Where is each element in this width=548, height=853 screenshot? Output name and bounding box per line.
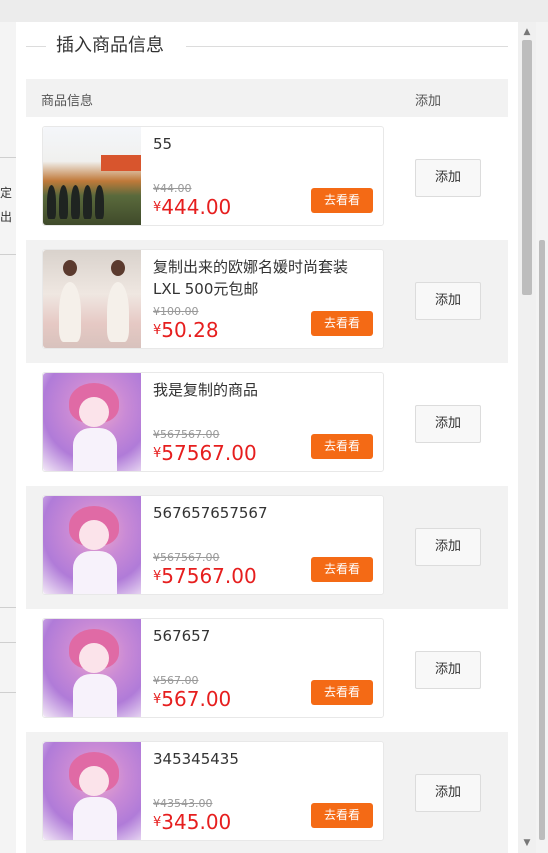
background-window-bar xyxy=(0,0,548,23)
original-price: ¥44.00 xyxy=(153,182,192,195)
product-thumbnail xyxy=(43,127,141,225)
thumbnail-detail xyxy=(59,282,81,342)
thumbnail-detail xyxy=(59,185,68,219)
original-price: ¥567.00 xyxy=(153,674,199,687)
view-product-button[interactable]: 去看看 xyxy=(311,557,373,582)
table-header: 商品信息 添加 xyxy=(26,79,508,117)
product-row: 我是复制的商品 ¥567567.00 ¥57567.00 去看看 添加 xyxy=(26,363,508,486)
product-name: 我是复制的商品 xyxy=(153,381,259,399)
divider xyxy=(0,157,16,158)
background-text-fragment: 出 xyxy=(0,210,13,224)
column-header-info: 商品信息 xyxy=(41,94,94,109)
product-row: 复制出来的欧娜名媛时尚套装LXL 500元包邮 ¥100.00 ¥50.28 去… xyxy=(26,240,508,363)
divider xyxy=(0,692,16,693)
product-card[interactable]: 55 ¥44.00 ¥444.00 去看看 xyxy=(42,126,384,226)
product-thumbnail xyxy=(43,373,141,471)
price-value: 57567.00 xyxy=(161,564,257,588)
add-product-button[interactable]: 添加 xyxy=(415,528,481,566)
product-card[interactable]: 567657 ¥567.00 ¥567.00 去看看 xyxy=(42,618,384,718)
view-product-button[interactable]: 去看看 xyxy=(311,803,373,828)
add-product-button[interactable]: 添加 xyxy=(415,282,481,320)
thumbnail-detail xyxy=(83,185,92,219)
divider xyxy=(0,254,16,255)
dialog-scrollbar[interactable]: ▲ ▼ xyxy=(518,22,536,853)
thumbnail-detail xyxy=(73,551,117,594)
product-thumbnail xyxy=(43,250,141,348)
sale-price: ¥57567.00 xyxy=(153,441,257,466)
thumbnail-detail xyxy=(47,185,56,219)
thumbnail-detail xyxy=(73,674,117,717)
original-price: ¥43543.00 xyxy=(153,797,213,810)
thumbnail-detail xyxy=(73,428,117,471)
divider xyxy=(0,642,16,643)
view-product-button[interactable]: 去看看 xyxy=(311,680,373,705)
thumbnail-detail xyxy=(79,397,109,427)
background-text-fragment: 定 xyxy=(0,186,13,200)
price-value: 444.00 xyxy=(161,195,232,219)
product-card[interactable]: 我是复制的商品 ¥567567.00 ¥57567.00 去看看 xyxy=(42,372,384,472)
product-card[interactable]: 345345435 ¥43543.00 ¥345.00 去看看 xyxy=(42,741,384,841)
product-name: 55 xyxy=(153,135,173,153)
thumbnail-detail xyxy=(79,520,109,550)
divider xyxy=(186,46,508,47)
thumbnail-detail xyxy=(111,260,125,276)
thumbnail-detail xyxy=(101,155,141,171)
sale-price: ¥57567.00 xyxy=(153,564,257,589)
thumbnail-detail xyxy=(71,185,80,219)
thumbnail-detail xyxy=(95,185,104,219)
add-product-button[interactable]: 添加 xyxy=(415,159,481,197)
sale-price: ¥50.28 xyxy=(153,318,219,343)
product-name: 567657657567 xyxy=(153,504,268,522)
thumbnail-detail xyxy=(79,766,109,796)
product-name: 345345435 xyxy=(153,750,239,768)
product-row: 55 ¥44.00 ¥444.00 去看看 添加 xyxy=(26,117,508,240)
thumbnail-detail xyxy=(73,797,117,840)
product-list: 55 ¥44.00 ¥444.00 去看看 添加 复制出来的欧娜名媛时尚套装LX… xyxy=(26,117,508,853)
product-row: 567657657567 ¥567567.00 ¥57567.00 去看看 添加 xyxy=(26,486,508,609)
add-product-button[interactable]: 添加 xyxy=(415,405,481,443)
column-header-add: 添加 xyxy=(415,94,442,109)
product-card[interactable]: 复制出来的欧娜名媛时尚套装LXL 500元包邮 ¥100.00 ¥50.28 去… xyxy=(42,249,384,349)
product-name: 567657 xyxy=(153,627,211,645)
product-card[interactable]: 567657657567 ¥567567.00 ¥57567.00 去看看 xyxy=(42,495,384,595)
original-price: ¥567567.00 xyxy=(153,551,220,564)
divider xyxy=(0,607,16,608)
thumbnail-detail xyxy=(79,643,109,673)
original-price: ¥567567.00 xyxy=(153,428,220,441)
view-product-button[interactable]: 去看看 xyxy=(311,311,373,336)
product-name: 复制出来的欧娜名媛时尚套装LXL 500元包邮 xyxy=(153,258,349,298)
arrow-down-icon[interactable]: ▼ xyxy=(518,835,536,851)
view-product-button[interactable]: 去看看 xyxy=(311,188,373,213)
product-thumbnail xyxy=(43,496,141,594)
view-product-button[interactable]: 去看看 xyxy=(311,434,373,459)
price-value: 345.00 xyxy=(161,810,232,834)
price-value: 57567.00 xyxy=(161,441,257,465)
divider xyxy=(26,46,46,47)
dialog-title: 插入商品信息 xyxy=(56,35,164,56)
product-row: 567657 ¥567.00 ¥567.00 去看看 添加 xyxy=(26,609,508,732)
arrow-up-icon[interactable]: ▲ xyxy=(518,24,536,40)
product-thumbnail xyxy=(43,619,141,717)
add-product-button[interactable]: 添加 xyxy=(415,651,481,689)
sale-price: ¥444.00 xyxy=(153,195,231,220)
scrollbar-thumb[interactable] xyxy=(522,40,532,295)
thumbnail-detail xyxy=(107,282,129,342)
thumbnail-detail xyxy=(63,260,77,276)
background-page: 定 出 xyxy=(0,22,16,853)
product-row: 345345435 ¥43543.00 ¥345.00 去看看 添加 xyxy=(26,732,508,853)
original-price: ¥100.00 xyxy=(153,305,199,318)
sale-price: ¥345.00 xyxy=(153,810,231,835)
dialog-title-row: 插入商品信息 xyxy=(26,34,508,58)
sale-price: ¥567.00 xyxy=(153,687,231,712)
product-thumbnail xyxy=(43,742,141,840)
add-product-button[interactable]: 添加 xyxy=(415,774,481,812)
page-scrollbar[interactable] xyxy=(536,22,548,853)
page-scrollbar-thumb[interactable] xyxy=(539,240,545,840)
price-value: 567.00 xyxy=(161,687,232,711)
insert-product-dialog: 插入商品信息 商品信息 添加 55 ¥44.00 ¥444.00 去看看 添加 … xyxy=(16,22,518,853)
price-value: 50.28 xyxy=(161,318,219,342)
